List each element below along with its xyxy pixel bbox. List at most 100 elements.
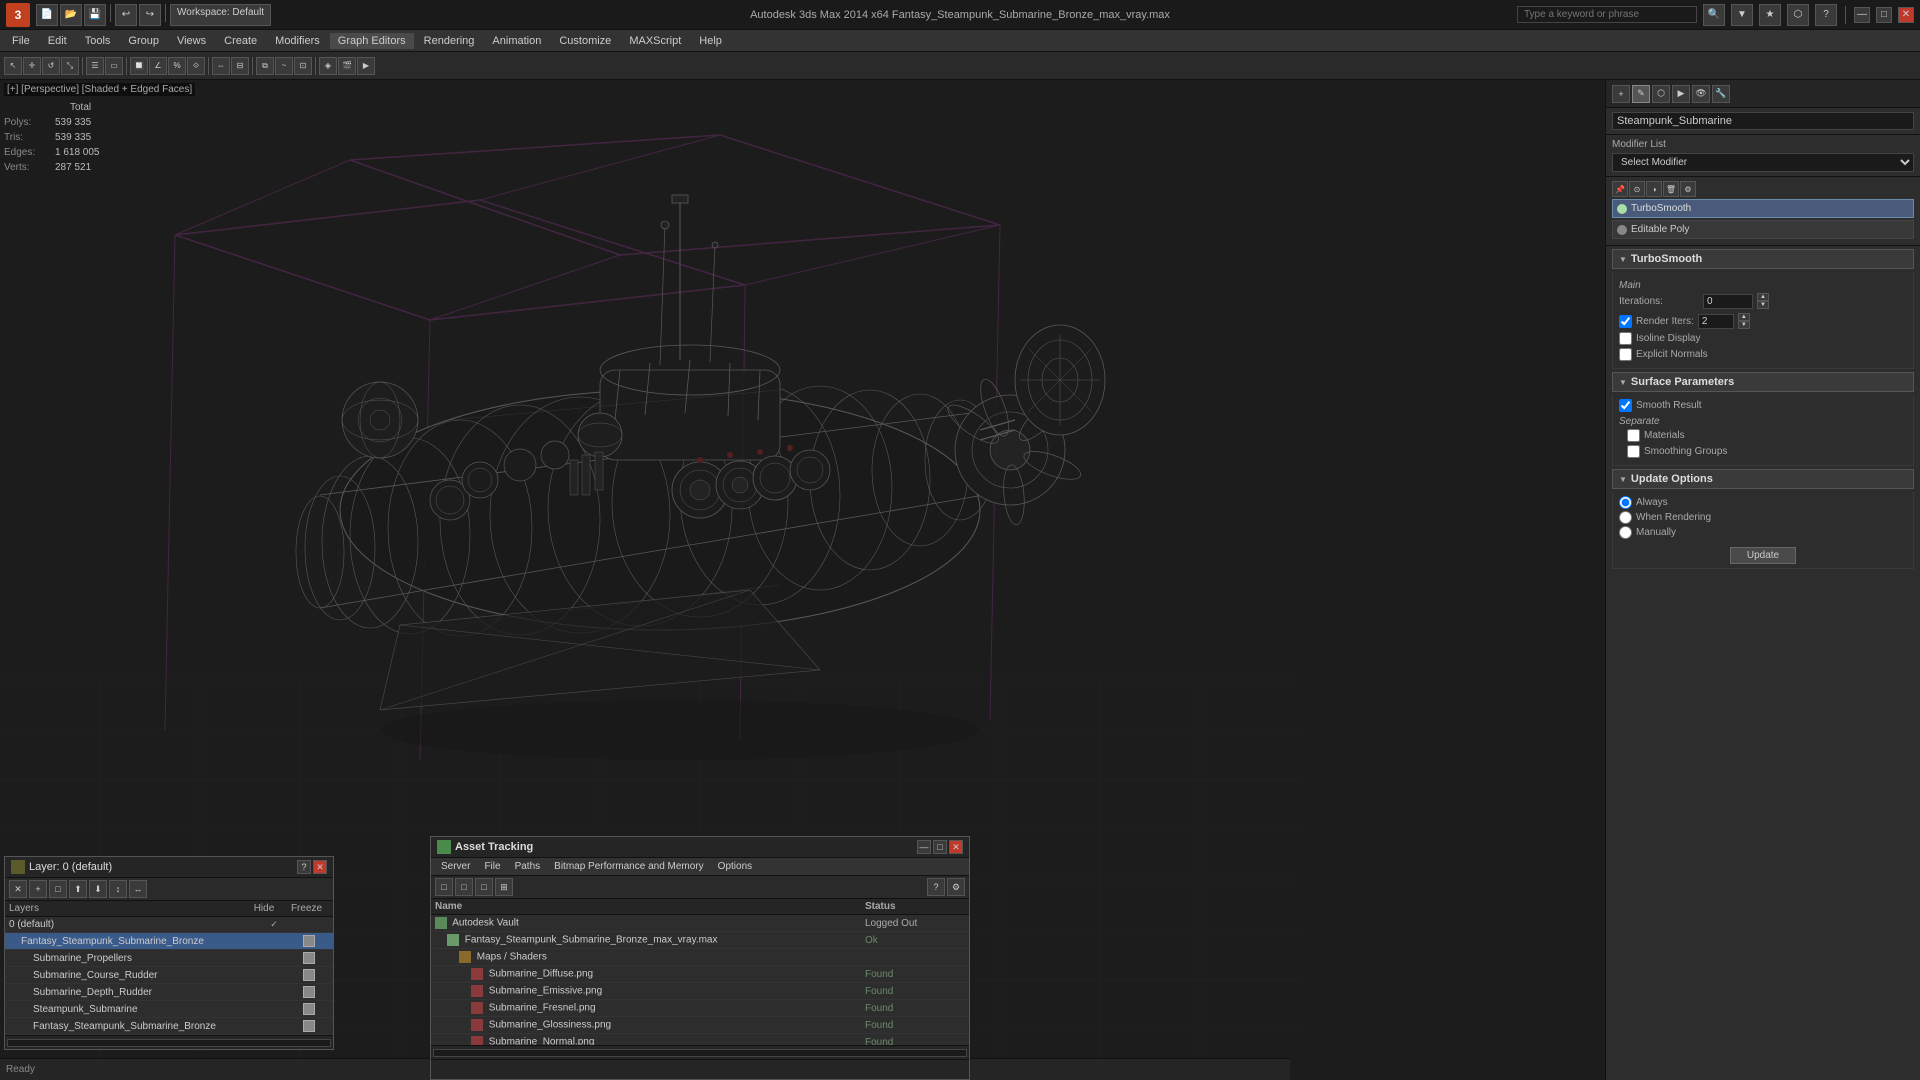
close-button[interactable]: ✕ (1898, 7, 1914, 23)
menu-views[interactable]: Views (169, 33, 214, 49)
list-item[interactable]: Submarine_Depth_Rudder (5, 984, 333, 1001)
layers-close-button[interactable]: ✕ (313, 860, 327, 874)
asset-menu-server[interactable]: Server (435, 860, 476, 873)
asset-tool-4[interactable]: ⊞ (495, 878, 513, 896)
modifier-item-turbosmooth[interactable]: TurboSmooth (1612, 199, 1914, 218)
menu-graph-editors[interactable]: Graph Editors (330, 33, 414, 49)
toolbar-redo[interactable]: ↪ (139, 4, 161, 26)
iterations-spinner[interactable]: ▲ ▼ (1757, 293, 1769, 309)
cmd-tab-motion[interactable]: ▶ (1672, 85, 1690, 103)
list-item[interactable]: Submarine_Emissive.png Found (431, 983, 969, 1000)
object-name-input[interactable] (1612, 112, 1914, 130)
asset-close-btn[interactable]: ✕ (949, 840, 963, 854)
layers-help-button[interactable]: ? (297, 860, 311, 874)
isoline-display-checkbox[interactable] (1619, 332, 1632, 345)
toolbar-open[interactable]: 📂 (60, 4, 82, 26)
surface-params-rollout-header[interactable]: ▼ Surface Parameters (1612, 372, 1914, 392)
menu-file[interactable]: File (4, 33, 38, 49)
list-item[interactable]: Autodesk Vault Logged Out (431, 915, 969, 932)
asset-menu-paths[interactable]: Paths (509, 860, 547, 873)
layers-up-btn[interactable]: ⬆ (69, 880, 87, 898)
menu-modifiers[interactable]: Modifiers (267, 33, 328, 49)
materials-checkbox[interactable] (1627, 429, 1640, 442)
layers-delete-btn[interactable]: ✕ (9, 880, 27, 898)
layers-box-btn[interactable]: □ (49, 880, 67, 898)
asset-tool-2[interactable]: □ (455, 878, 473, 896)
menu-edit[interactable]: Edit (40, 33, 75, 49)
asset-scrollbar-horizontal[interactable] (431, 1045, 969, 1059)
schematic-view[interactable]: ⊡ (294, 57, 312, 75)
pin-stack-btn[interactable]: 📌 (1612, 181, 1628, 197)
help-icon[interactable]: ? (1815, 4, 1837, 26)
angle-snap[interactable]: ∠ (149, 57, 167, 75)
list-item[interactable]: Fantasy_Steampunk_Submarine_Bronze_max_v… (431, 932, 969, 949)
toolbar-ref1[interactable]: ★ (1759, 4, 1781, 26)
asset-tool-1[interactable]: □ (435, 878, 453, 896)
render-iters-spinner[interactable]: ▲ ▼ (1738, 313, 1750, 329)
layers-add-btn[interactable]: + (29, 880, 47, 898)
minimize-button[interactable]: — (1854, 7, 1870, 23)
mirror-tool[interactable]: ⇔ (212, 57, 230, 75)
layers-swap-btn[interactable]: ↕ (109, 880, 127, 898)
toolbar-new[interactable]: 📄 (36, 4, 58, 26)
render-iters-checkbox[interactable] (1619, 315, 1632, 328)
move-tool[interactable]: ✛ (23, 57, 41, 75)
modifier-dropdown[interactable]: Select Modifier TurboSmooth Edit Poly (1612, 153, 1914, 172)
modifier-item-editablepoly[interactable]: Editable Poly (1612, 220, 1914, 239)
asset-restore-btn[interactable]: □ (933, 840, 947, 854)
asset-help-btn[interactable]: ? (927, 878, 945, 896)
toolbar-ref2[interactable]: ⬡ (1787, 4, 1809, 26)
asset-menu-file[interactable]: File (478, 860, 506, 873)
toolbar-undo[interactable]: ↩ (115, 4, 137, 26)
search-options[interactable]: ▼ (1731, 4, 1753, 26)
asset-settings-btn[interactable]: ⚙ (947, 878, 965, 896)
render-scene[interactable]: 🎬 (338, 57, 356, 75)
menu-maxscript[interactable]: MAXScript (621, 33, 689, 49)
configure-modifier-sets-btn[interactable]: ⚙ (1680, 181, 1696, 197)
asset-tool-3[interactable]: □ (475, 878, 493, 896)
menu-rendering[interactable]: Rendering (416, 33, 483, 49)
rect-select[interactable]: ▭ (105, 57, 123, 75)
select-by-name[interactable]: ☰ (86, 57, 104, 75)
workspace-selector[interactable]: Workspace: Default (170, 4, 271, 26)
spinner-snap[interactable]: ⟐ (187, 57, 205, 75)
list-item[interactable]: 0 (default) ✓ (5, 917, 333, 933)
explicit-normals-checkbox[interactable] (1619, 348, 1632, 361)
iterations-input[interactable] (1703, 294, 1753, 309)
show-end-result-btn[interactable]: ⊙ (1629, 181, 1645, 197)
toolbar-save[interactable]: 💾 (84, 4, 106, 26)
cmd-tab-modify[interactable]: ✎ (1632, 85, 1650, 103)
update-button[interactable]: Update (1730, 547, 1796, 564)
when-rendering-radio[interactable] (1619, 511, 1632, 524)
cmd-tab-hierarchy[interactable]: ⬡ (1652, 85, 1670, 103)
percent-snap[interactable]: % (168, 57, 186, 75)
list-item[interactable]: Submarine_Normal.png Found (431, 1034, 969, 1045)
quick-render[interactable]: ▶ (357, 57, 375, 75)
manually-radio[interactable] (1619, 526, 1632, 539)
menu-help[interactable]: Help (691, 33, 730, 49)
layers-expand-btn[interactable]: ↔ (129, 880, 147, 898)
asset-minimize-btn[interactable]: — (917, 840, 931, 854)
smooth-result-checkbox[interactable] (1619, 399, 1632, 412)
list-item[interactable]: Fantasy_Steampunk_Submarine_Bronze (5, 933, 333, 950)
render-iters-input[interactable] (1698, 314, 1734, 329)
layers-down-btn[interactable]: ⬇ (89, 880, 107, 898)
smoothing-groups-checkbox[interactable] (1627, 445, 1640, 458)
list-item[interactable]: Submarine_Propellers (5, 950, 333, 967)
update-options-rollout-header[interactable]: ▼ Update Options (1612, 469, 1914, 489)
menu-customize[interactable]: Customize (551, 33, 619, 49)
search-icon[interactable]: 🔍 (1703, 4, 1725, 26)
rotate-tool[interactable]: ↺ (42, 57, 60, 75)
cmd-tab-display[interactable]: 👁 (1692, 85, 1710, 103)
align-tool[interactable]: ⊟ (231, 57, 249, 75)
cmd-tab-utilities[interactable]: 🔧 (1712, 85, 1730, 103)
list-item[interactable]: Submarine_Glossiness.png Found (431, 1017, 969, 1034)
asset-menu-bitmap[interactable]: Bitmap Performance and Memory (548, 860, 710, 873)
viewport[interactable]: [+] [Perspective] [Shaded + Edged Faces]… (0, 80, 1605, 1080)
always-radio[interactable] (1619, 496, 1632, 509)
search-input[interactable] (1517, 6, 1697, 23)
list-item[interactable]: Steampunk_Submarine (5, 1001, 333, 1018)
turbosmooth-rollout-header[interactable]: ▼ TurboSmooth (1612, 249, 1914, 269)
menu-group[interactable]: Group (120, 33, 167, 49)
list-item[interactable]: Submarine_Course_Rudder (5, 967, 333, 984)
